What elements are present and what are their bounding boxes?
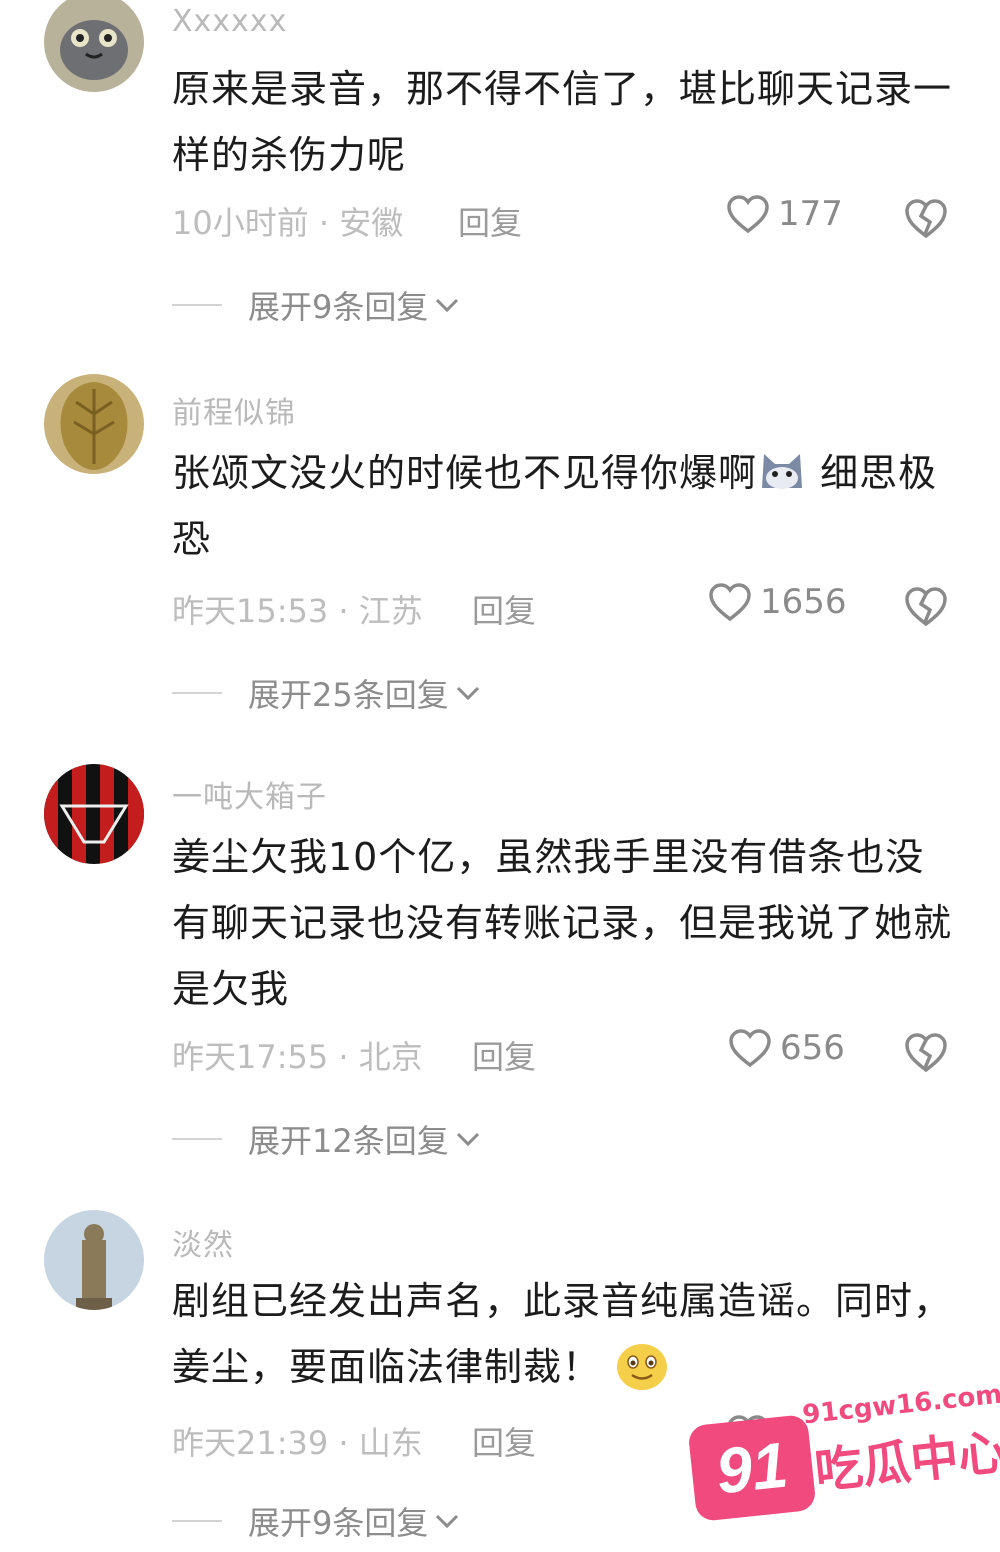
broken-heart-icon[interactable] [904,196,948,240]
username[interactable]: 淡然 [172,1220,234,1264]
username[interactable]: Xxxxxx [172,4,287,39]
expand-label: 展开12条回复 [248,1122,449,1160]
heart-outline-icon [729,1029,771,1068]
reply-button[interactable]: 回复 [472,1032,536,1078]
chevron-down-icon [456,686,479,701]
like-count: 656 [780,1028,845,1068]
smiley-emoji-icon [614,1340,670,1392]
comment-text: 原来是录音，那不得不信了，堪比聊天记录一样的杀伤力呢 [172,67,953,177]
watermark-logo: 91cgw16.com 91 吃瓜中心 [682,1380,1000,1530]
avatar[interactable] [44,1210,144,1310]
divider-line [172,692,222,694]
divider-line [172,1520,222,1522]
heart-outline-icon [727,195,769,234]
username[interactable]: 一吨大箱子 [172,772,327,816]
like-count: 177 [778,194,843,234]
comment-text-part: 张颂文没火的时候也不见得你爆啊 [172,451,758,495]
avatar[interactable] [44,374,144,474]
reply-button[interactable]: 回复 [472,1418,536,1464]
comment-meta: 昨天21:39 · 山东 [172,1424,423,1462]
cat-emoji-icon [757,446,807,490]
like-button[interactable]: 1656 [708,582,847,622]
chevron-down-icon [456,1132,479,1147]
chevron-down-icon [436,298,459,313]
expand-label: 展开25条回复 [248,676,449,714]
expand-replies[interactable]: 展开25条回复 [172,670,481,716]
avatar[interactable] [44,0,144,92]
broken-heart-icon[interactable] [904,1030,948,1074]
comment-meta: 昨天17:55 · 北京 [172,1038,423,1076]
divider-line [172,304,222,306]
expand-label: 展开9条回复 [248,288,429,326]
reply-button[interactable]: 回复 [458,198,522,244]
username[interactable]: 前程似锦 [172,388,296,432]
comment-meta: 10小时前 · 安徽 [172,204,404,242]
watermark-badge: 91 [687,1413,817,1523]
comment-meta: 昨天15:53 · 江苏 [172,592,423,630]
like-count: 1656 [760,582,847,622]
reply-button[interactable]: 回复 [472,586,536,632]
comment-text-part: 剧组已经发出声名，此录音纯属造谣。同时，姜尘，要面临法律制裁！ [172,1279,953,1389]
broken-heart-icon[interactable] [904,584,948,628]
expand-replies[interactable]: 展开12条回复 [172,1116,481,1162]
expand-replies[interactable]: 展开9条回复 [172,282,460,328]
like-button[interactable]: 177 [726,194,843,234]
watermark-badge-text: 91 [712,1428,792,1508]
expand-label: 展开9条回复 [248,1504,429,1542]
comment-text: 姜尘欠我10个亿，虽然我手里没有借条也没有聊天记录也没有转账记录，但是我说了她就… [172,835,953,1011]
heart-outline-icon [709,583,751,622]
chevron-down-icon [436,1514,459,1529]
comment-text: 张颂文没火的时候也不见得你爆啊 细思极恐 [172,440,952,572]
like-button[interactable]: 656 [728,1028,845,1068]
divider-line [172,1138,222,1140]
expand-replies[interactable]: 展开9条回复 [172,1498,460,1544]
avatar[interactable] [44,764,144,864]
